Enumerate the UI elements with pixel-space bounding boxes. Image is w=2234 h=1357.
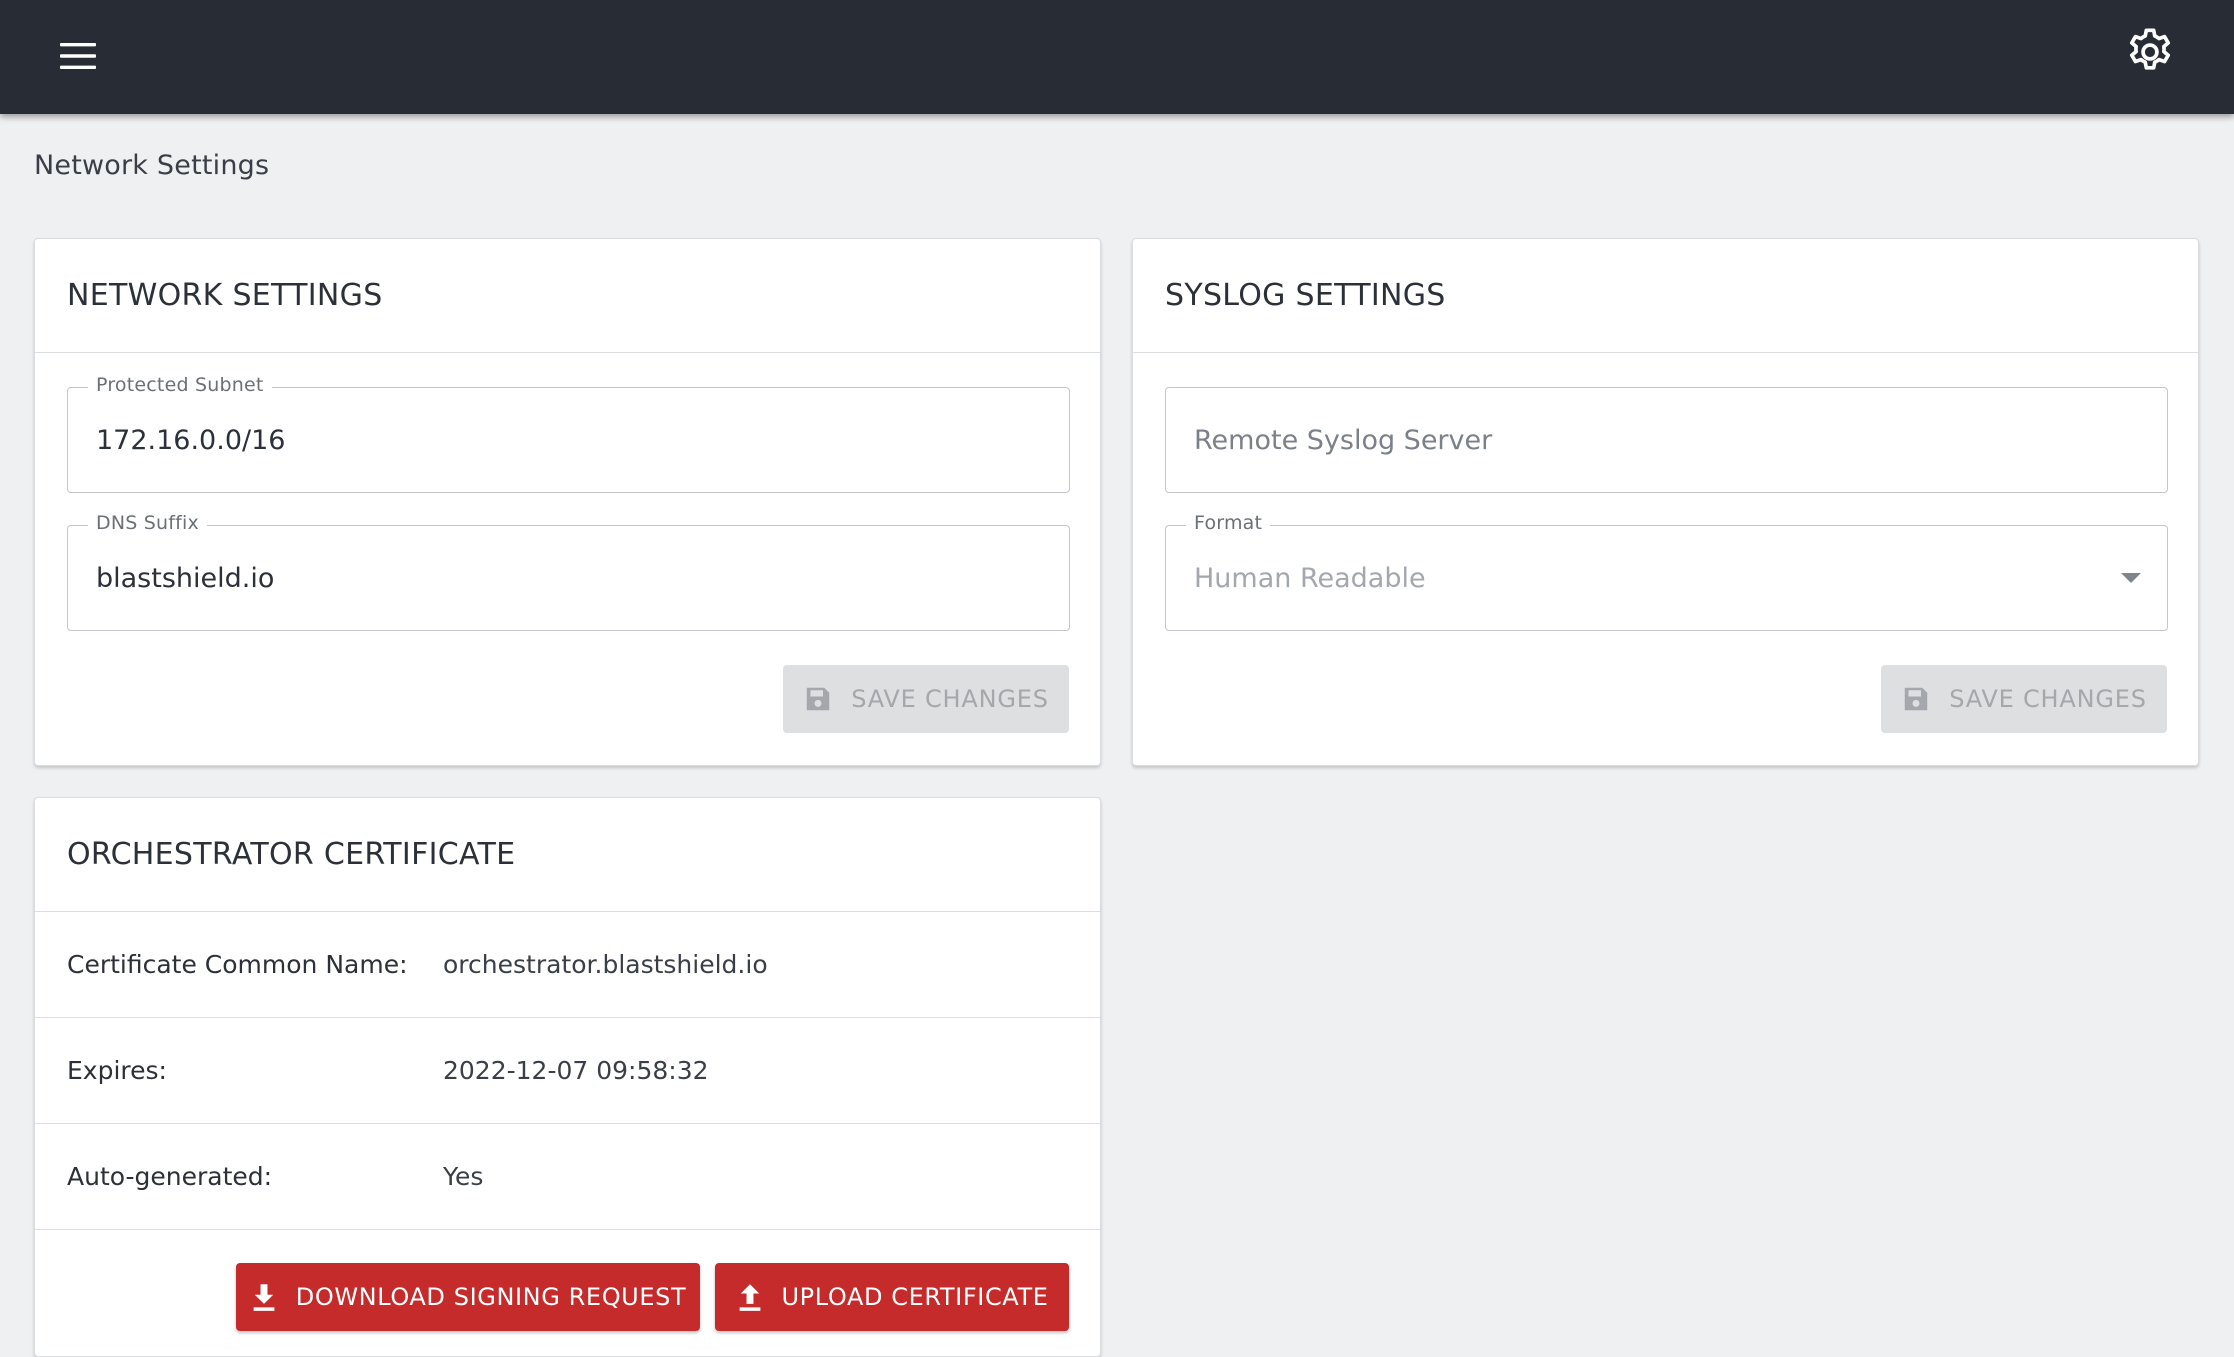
settings-button[interactable] <box>2118 20 2182 84</box>
remote-syslog-server-field <box>1165 387 2168 493</box>
network-save-button[interactable]: SAVE CHANGES <box>783 665 1069 733</box>
upload-certificate-label: UPLOAD CERTIFICATE <box>781 1283 1049 1311</box>
cert-expires-label: Expires: <box>67 1056 167 1085</box>
cert-auto-generated-label: Auto-generated: <box>67 1162 273 1191</box>
page-title: Network Settings <box>34 150 270 181</box>
cert-common-name-value: orchestrator.blastshield.io <box>443 950 768 979</box>
save-icon <box>1904 687 1928 711</box>
gear-icon <box>2129 28 2171 70</box>
syslog-settings-title: SYSLOG SETTINGS <box>1133 239 2198 353</box>
cert-auto-generated-value: Yes <box>443 1162 484 1191</box>
syslog-format-select[interactable]: Format Human Readable <box>1165 512 2168 631</box>
cert-row-auto-generated: Auto-generated: Yes <box>35 1124 1100 1230</box>
cert-common-name-label: Certificate Common Name: <box>67 950 408 979</box>
dropdown-arrow-icon <box>2121 573 2141 583</box>
save-icon <box>806 687 830 711</box>
orchestrator-certificate-card: ORCHESTRATOR CERTIFICATE Certificate Com… <box>34 797 1101 1357</box>
upload-certificate-button[interactable]: UPLOAD CERTIFICATE <box>715 1263 1069 1331</box>
orchestrator-certificate-title: ORCHESTRATOR CERTIFICATE <box>35 798 1100 912</box>
syslog-format-value: Human Readable <box>1194 562 1426 594</box>
protected-subnet-input[interactable] <box>96 388 1041 492</box>
hamburger-menu-icon <box>60 43 96 69</box>
menu-button[interactable] <box>48 26 108 86</box>
dns-suffix-input[interactable] <box>96 526 1041 630</box>
download-signing-request-label: DOWNLOAD SIGNING REQUEST <box>295 1283 687 1311</box>
protected-subnet-field: Protected Subnet <box>67 374 1070 493</box>
cert-row-expires: Expires: 2022-12-07 09:58:32 <box>35 1018 1100 1124</box>
syslog-settings-card: SYSLOG SETTINGS Format Human Readable SA… <box>1132 238 2199 766</box>
upload-icon <box>739 1284 760 1311</box>
network-settings-title: NETWORK SETTINGS <box>35 239 1100 353</box>
remote-syslog-server-input[interactable] <box>1194 388 2139 492</box>
syslog-save-label: SAVE CHANGES <box>1949 685 2147 713</box>
download-icon <box>253 1284 275 1311</box>
dns-suffix-field: DNS Suffix <box>67 512 1070 631</box>
network-save-label: SAVE CHANGES <box>851 685 1049 713</box>
top-app-bar <box>0 0 2234 114</box>
download-signing-request-button[interactable]: DOWNLOAD SIGNING REQUEST <box>236 1263 700 1331</box>
cert-row-common-name: Certificate Common Name: orchestrator.bl… <box>35 912 1100 1018</box>
network-settings-card: NETWORK SETTINGS Protected Subnet DNS Su… <box>34 238 1101 766</box>
syslog-save-button[interactable]: SAVE CHANGES <box>1881 665 2167 733</box>
cert-expires-value: 2022-12-07 09:58:32 <box>443 1056 709 1085</box>
